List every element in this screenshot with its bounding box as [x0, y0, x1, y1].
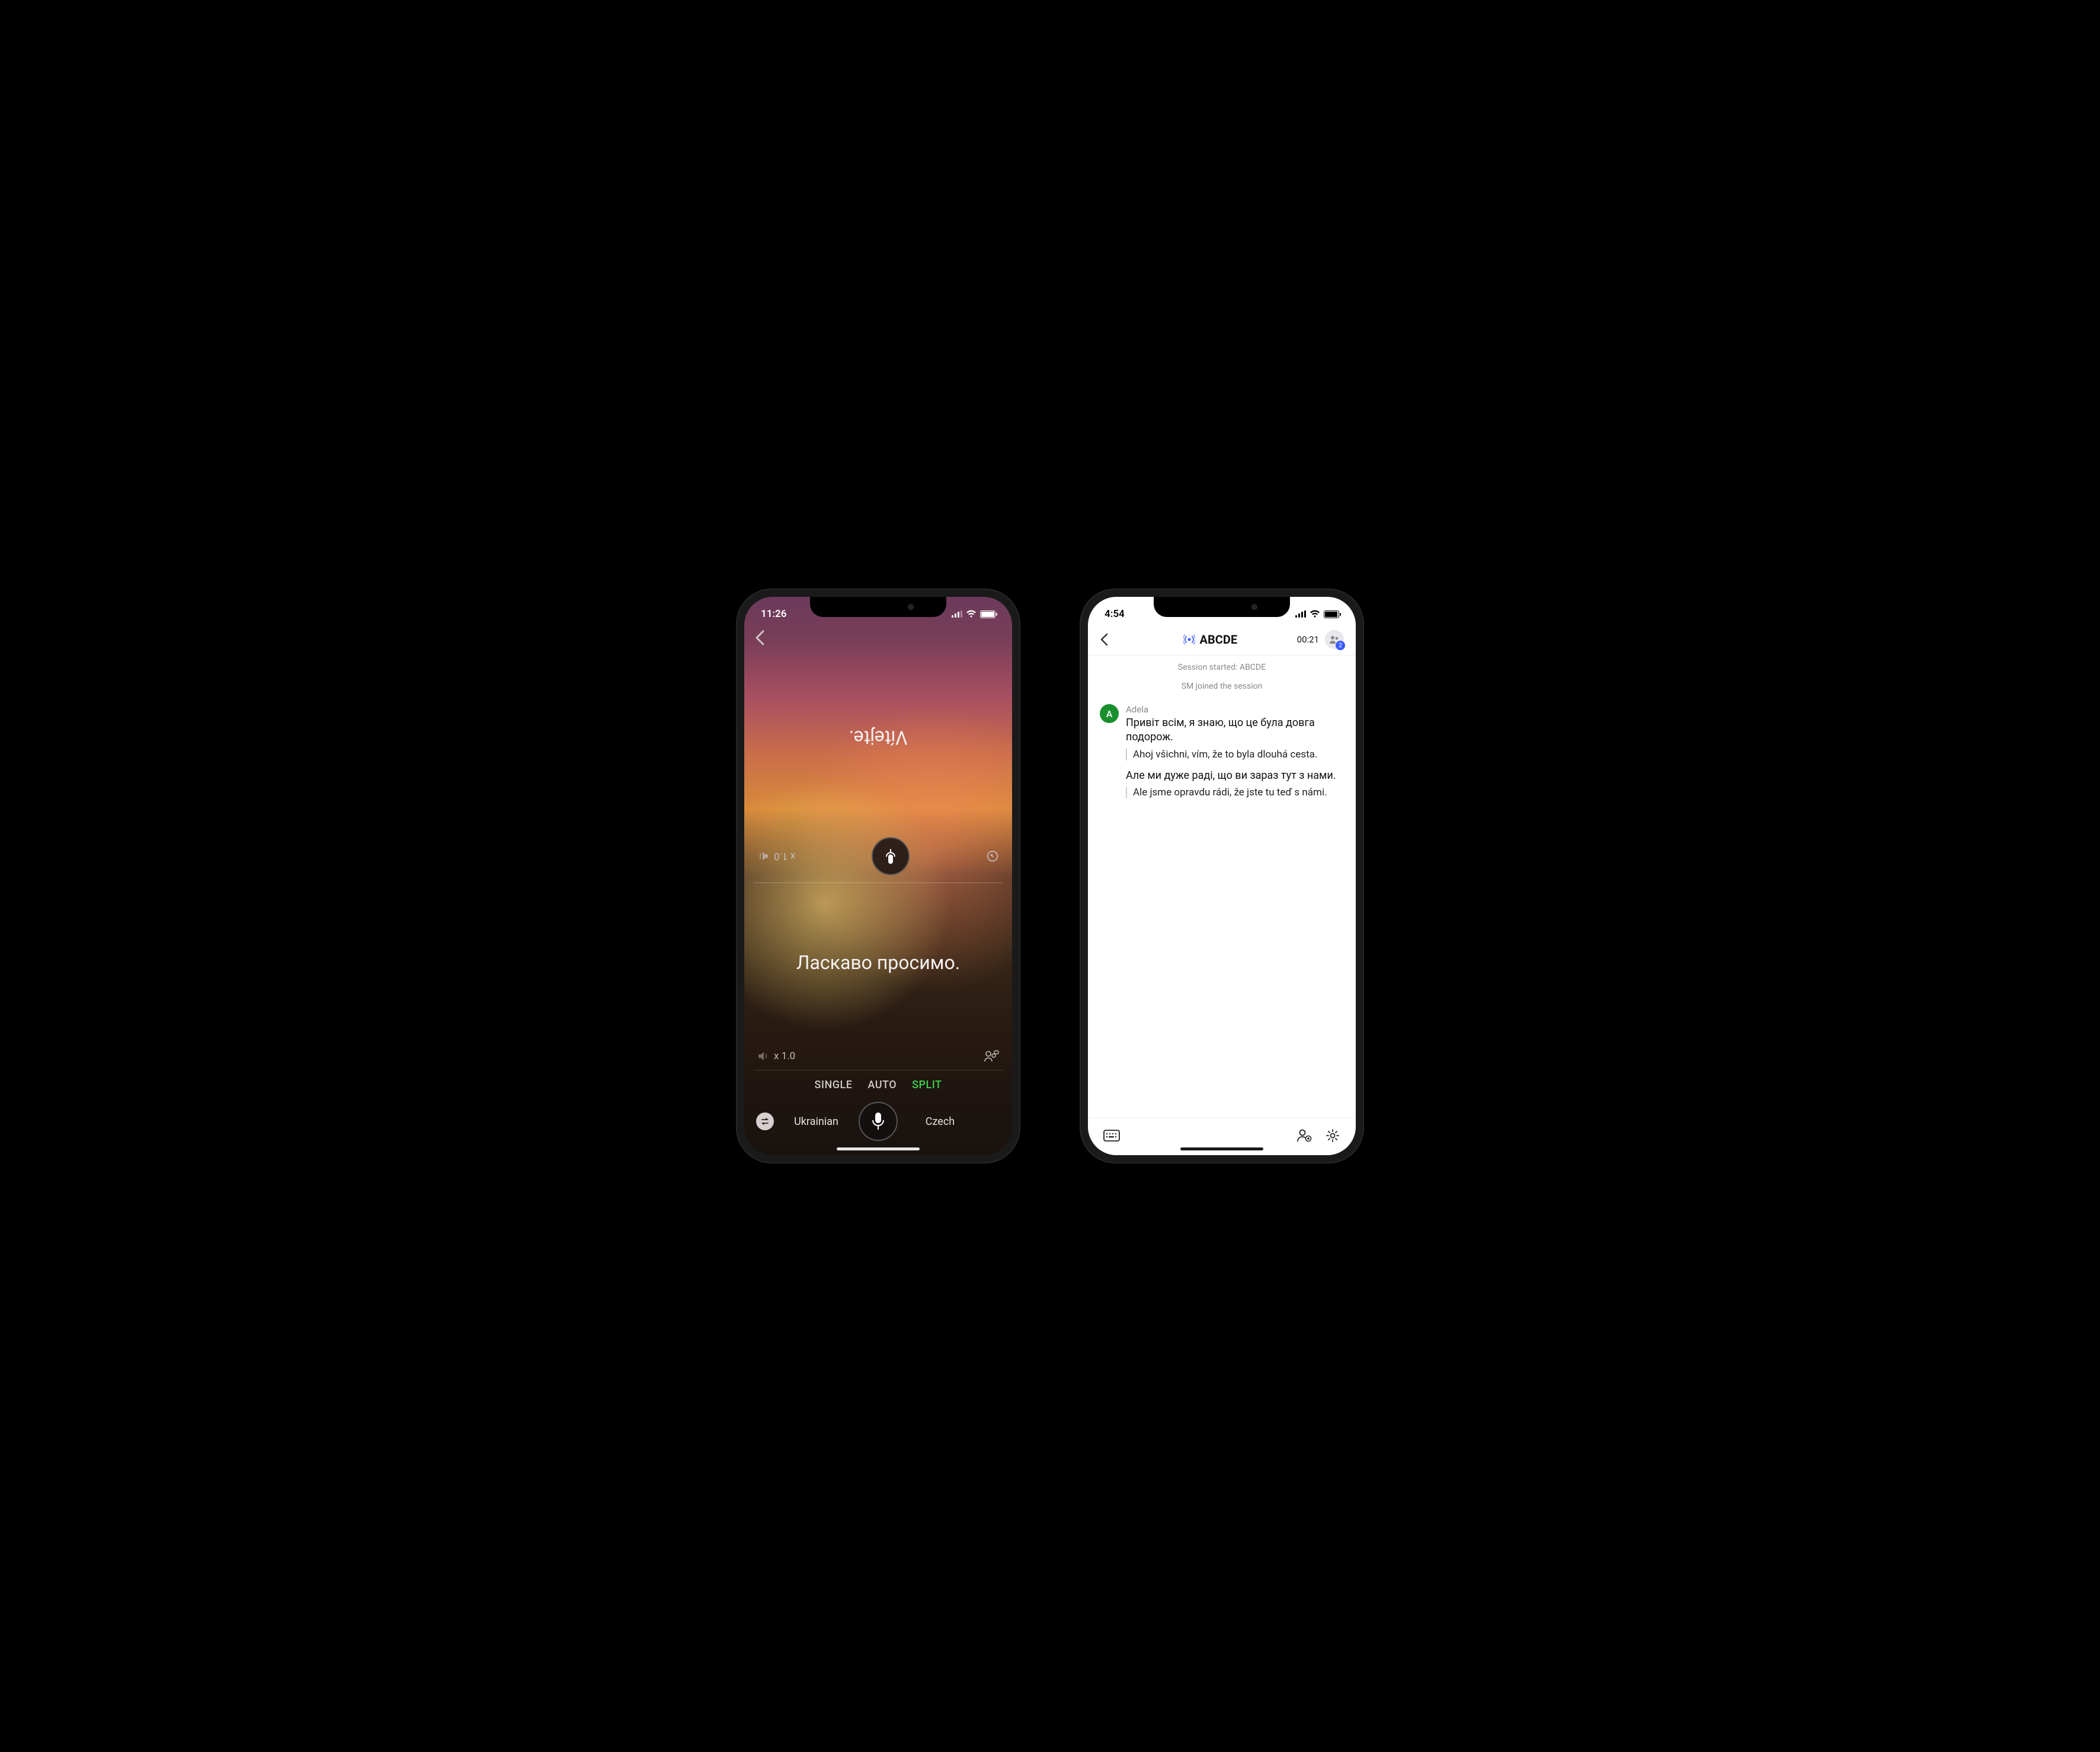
session-timer: 00:21: [1297, 634, 1319, 645]
status-time: 11:26: [761, 608, 786, 620]
translation-app-screen: 11:26: [744, 597, 1012, 1155]
app-header: [744, 625, 1012, 645]
participants-button[interactable]: 2: [1325, 630, 1344, 649]
session-joined-label: SM joined the session: [1088, 674, 1356, 693]
replay-icon[interactable]: [986, 850, 999, 863]
message-list[interactable]: A Adela Привіт всім, я знаю, що це була …: [1088, 693, 1356, 1118]
speaker-icon: [757, 851, 769, 862]
message-block: A Adela Привіт всім, я знаю, що це була …: [1100, 704, 1344, 807]
wifi-icon: [1310, 610, 1320, 618]
status-icons: [1295, 610, 1339, 618]
top-translation-text: Vítejte.: [849, 727, 907, 749]
home-indicator[interactable]: [1180, 1147, 1263, 1150]
speed-value: x 1.0: [774, 851, 795, 862]
broadcast-icon: [1183, 634, 1195, 645]
device-notch: [1154, 597, 1290, 617]
device-notch: [810, 597, 946, 617]
add-person-button[interactable]: [1297, 1128, 1312, 1143]
mode-single[interactable]: SINGLE: [814, 1079, 852, 1091]
session-header: ABCDE 00:21 2: [1088, 625, 1356, 656]
message-translation: Ale jsme opravdu rádi, že jste tu teď s …: [1126, 787, 1344, 798]
cellular-icon: [1295, 610, 1306, 618]
message-original: Привіт всім, я знаю, що це була довга по…: [1126, 716, 1344, 745]
bottom-translation-text: Ласкаво просимо.: [796, 951, 960, 974]
mode-split[interactable]: SPLIT: [912, 1079, 942, 1091]
session-title: ABCDE: [1183, 632, 1238, 647]
battery-icon: [980, 610, 995, 618]
message-original: Але ми дуже раді, що ви зараз тут з нами…: [1126, 769, 1344, 783]
playback-speed-top[interactable]: x 1.0: [757, 851, 795, 862]
mode-tabs: SINGLE AUTO SPLIT: [754, 1070, 1003, 1097]
bottom-language-panel: Ласкаво просимо. x 1.0 SINGLE AUTO SPLIT: [744, 883, 1012, 1155]
phone-frame-left: 11:26: [736, 589, 1020, 1163]
cellular-icon: [952, 610, 962, 618]
mode-auto[interactable]: AUTO: [867, 1079, 897, 1091]
speed-value: x 1.0: [774, 1050, 795, 1062]
home-indicator[interactable]: [837, 1147, 920, 1150]
language-row: Ukrainian Czech: [744, 1097, 1012, 1155]
settings-button[interactable]: [1325, 1128, 1340, 1143]
session-chat-screen: 4:54 ABCDE 00:21: [1088, 597, 1356, 1155]
back-button[interactable]: [755, 630, 1001, 645]
status-icons: [952, 610, 995, 618]
top-language-panel: x 1.0 Vítejte.: [744, 645, 1012, 883]
group-icon[interactable]: [984, 1050, 999, 1063]
speaker-icon: [757, 1051, 769, 1062]
message-translation: Ahoj všichni, vím, že to byla dlouhá ces…: [1126, 749, 1344, 760]
main-mic-button[interactable]: [859, 1102, 898, 1141]
avatar: A: [1100, 704, 1119, 723]
session-started-label: Session started: ABCDE: [1088, 656, 1356, 674]
back-button[interactable]: [1100, 633, 1123, 646]
language-1[interactable]: Ukrainian: [774, 1115, 859, 1128]
participant-count: 2: [1336, 641, 1345, 650]
language-2[interactable]: Czech: [898, 1115, 982, 1128]
playback-speed-bottom[interactable]: x 1.0: [757, 1050, 795, 1062]
status-time: 4:54: [1105, 608, 1125, 620]
keyboard-button[interactable]: [1103, 1130, 1120, 1142]
mic-button-top[interactable]: [872, 837, 910, 875]
phone-frame-right: 4:54 ABCDE 00:21: [1080, 589, 1364, 1163]
battery-icon: [1324, 610, 1339, 618]
session-id: ABCDE: [1200, 632, 1238, 647]
swap-languages-button[interactable]: [756, 1112, 774, 1130]
sender-name: Adela: [1126, 704, 1344, 715]
wifi-icon: [966, 610, 977, 618]
